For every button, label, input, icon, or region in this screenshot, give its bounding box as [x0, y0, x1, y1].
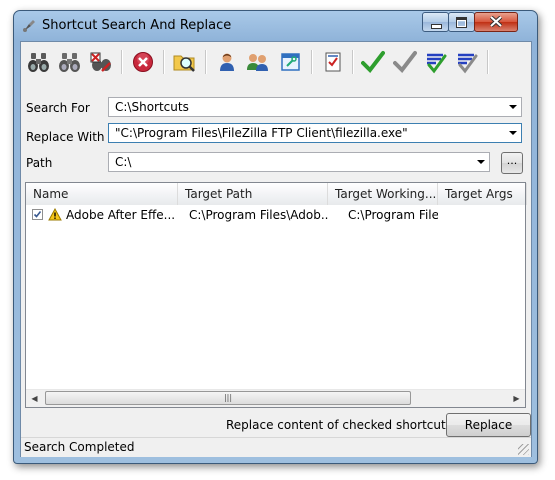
- filter-uncheck-icon: [458, 53, 478, 74]
- maximize-icon: [456, 17, 467, 28]
- cancel-icon: [133, 52, 153, 72]
- dropdown-arrow-icon[interactable]: [477, 160, 485, 164]
- scroll-left-icon[interactable]: ◀: [26, 390, 43, 407]
- check-all-button[interactable]: [359, 48, 387, 76]
- cell-target-path: C:\Program Files\Adob...: [189, 208, 329, 222]
- column-header-target-working[interactable]: Target Working...: [328, 183, 438, 205]
- browse-folder-button[interactable]: [171, 48, 199, 76]
- toolbar-separator: [163, 50, 165, 74]
- checklist-button[interactable]: [319, 48, 347, 76]
- minimize-button[interactable]: [422, 12, 449, 32]
- path-combo[interactable]: C:\: [108, 152, 490, 172]
- toolbar-separator: [487, 50, 489, 74]
- browse-path-button[interactable]: ...: [501, 152, 523, 174]
- close-icon: [490, 16, 502, 27]
- checklist-icon: [325, 52, 341, 72]
- replace-hint-label: Replace content of checked shortcuts: [226, 418, 452, 432]
- list-header: Name Target Path Target Working... Targe…: [26, 183, 527, 206]
- app-window: Shortcut Search And Replace Search For C…: [13, 10, 538, 464]
- uncheck-filtered-button[interactable]: [453, 48, 481, 76]
- toolbar-separator: [205, 50, 207, 74]
- toolbar: [21, 42, 531, 82]
- stop-search-button[interactable]: [87, 48, 115, 76]
- column-header-target-path[interactable]: Target Path: [178, 183, 328, 205]
- horizontal-scrollbar[interactable]: ◀ ||| ▶: [26, 389, 525, 407]
- warning-icon: [48, 208, 62, 221]
- scroll-right-icon[interactable]: ▶: [508, 390, 525, 407]
- scroll-thumb[interactable]: |||: [45, 391, 411, 405]
- search-button[interactable]: [25, 48, 53, 76]
- toolbar-separator: [352, 50, 354, 74]
- search-for-label: Search For: [26, 101, 90, 115]
- search-next-button[interactable]: [56, 48, 84, 76]
- window-title: Shortcut Search And Replace: [42, 18, 232, 33]
- replace-button[interactable]: Replace: [446, 413, 531, 437]
- replace-with-label: Replace With: [26, 130, 105, 144]
- replace-with-combo[interactable]: "C:\Program Files\FileZilla FTP Client\f…: [108, 123, 522, 143]
- search-for-value: C:\Shortcuts: [115, 100, 189, 114]
- dropdown-arrow-icon[interactable]: [509, 131, 517, 135]
- status-text: Search Completed: [24, 440, 135, 454]
- check-green-icon: [361, 51, 385, 74]
- current-user-button[interactable]: [213, 48, 241, 76]
- app-icon: [23, 20, 35, 32]
- path-value: C:\: [115, 155, 132, 169]
- properties-button[interactable]: [277, 48, 305, 76]
- path-label: Path: [26, 156, 53, 170]
- properties-icon: [281, 53, 300, 71]
- cancel-button[interactable]: [129, 48, 157, 76]
- cell-name: Adobe After Effe...: [66, 208, 176, 222]
- binoculars-next-icon: [59, 53, 80, 72]
- cell-target-args: [446, 205, 526, 225]
- column-header-name[interactable]: Name: [26, 183, 178, 205]
- client-area: Search For C:\Shortcuts Replace With "C:…: [20, 41, 532, 457]
- row-checkbox[interactable]: [32, 209, 43, 220]
- toolbar-separator: [311, 50, 313, 74]
- all-users-button[interactable]: [244, 48, 272, 76]
- binoculars-icon: [28, 53, 49, 72]
- uncheck-all-button[interactable]: [391, 48, 419, 76]
- cell-target-working: C:\Program File...: [348, 208, 438, 222]
- user-icon: [220, 53, 234, 71]
- resize-grip-icon[interactable]: [518, 444, 529, 455]
- column-header-target-args[interactable]: Target Args: [438, 183, 527, 205]
- shortcut-list[interactable]: Name Target Path Target Working... Targe…: [25, 182, 527, 408]
- users-icon: [247, 54, 268, 71]
- minimize-icon: [431, 24, 442, 29]
- replace-with-value: "C:\Program Files\FileZilla FTP Client\f…: [115, 126, 408, 140]
- search-for-combo[interactable]: C:\Shortcuts: [108, 97, 522, 117]
- toolbar-separator: [121, 50, 123, 74]
- filter-check-icon: [427, 53, 447, 74]
- check-gray-icon: [393, 51, 417, 74]
- check-filtered-button[interactable]: [422, 48, 450, 76]
- table-row[interactable]: Adobe After Effe... C:\Program Files\Ado…: [26, 205, 525, 225]
- dropdown-arrow-icon[interactable]: [509, 105, 517, 109]
- title-bar[interactable]: Shortcut Search And Replace: [14, 11, 537, 41]
- stop-search-icon: [90, 52, 111, 72]
- checkmark-icon: [33, 211, 42, 218]
- maximize-button[interactable]: [448, 12, 475, 32]
- status-bar: Search Completed: [21, 437, 531, 457]
- folder-search-icon: [173, 55, 195, 72]
- close-button[interactable]: [474, 12, 518, 32]
